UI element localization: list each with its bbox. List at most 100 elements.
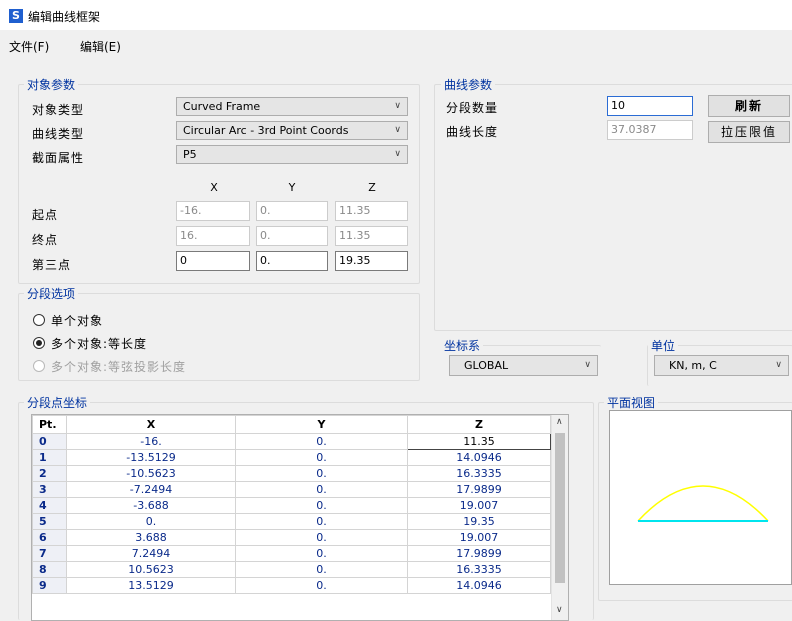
table-row[interactable]: 1 -13.5129 0. 14.0946 bbox=[32, 449, 551, 466]
chevron-down-icon: ∨ bbox=[775, 360, 782, 370]
plan-view-canvas[interactable] bbox=[609, 410, 792, 585]
menu-file[interactable]: 文件(F) bbox=[9, 38, 49, 55]
extrude-limits-button[interactable]: 拉压限值 bbox=[708, 121, 790, 143]
curve-length-label: 曲线长度 bbox=[446, 125, 499, 139]
third-z-field[interactable]: 19.35 bbox=[335, 251, 408, 271]
window-title: 编辑曲线框架 bbox=[28, 10, 101, 24]
cell-x[interactable]: -3.688 bbox=[66, 497, 236, 514]
curve-arc bbox=[637, 485, 769, 522]
seg-points-label: 分段点坐标 bbox=[24, 394, 91, 411]
multi-equal-length-radio[interactable] bbox=[33, 337, 45, 349]
multi-equal-length-label[interactable]: 多个对象:等长度 bbox=[51, 335, 147, 352]
col-header-z: Z bbox=[368, 181, 376, 194]
cell-y[interactable]: 0. bbox=[235, 577, 408, 594]
header-pt: Pt. bbox=[32, 415, 67, 434]
cell-x[interactable]: 10.5623 bbox=[66, 561, 236, 578]
table-scrollbar[interactable]: ∧ ∨ bbox=[551, 415, 568, 620]
table-row[interactable]: 2 -10.5623 0. 16.3335 bbox=[32, 465, 551, 482]
table-header-row: Pt. X Y Z bbox=[32, 415, 551, 434]
chevron-down-icon: ∨ bbox=[584, 360, 591, 370]
cell-y[interactable]: 0. bbox=[235, 513, 408, 530]
section-label: 截面属性 bbox=[32, 151, 85, 165]
end-y-field[interactable]: 0. bbox=[256, 226, 328, 246]
table-row[interactable]: 4 -3.688 0. 19.007 bbox=[32, 497, 551, 514]
start-x-field[interactable]: -16. bbox=[176, 201, 250, 221]
scroll-down-icon[interactable]: ∨ bbox=[556, 605, 563, 615]
cell-pt: 9 bbox=[32, 577, 67, 594]
units-label: 单位 bbox=[648, 337, 679, 354]
object-type-combo[interactable]: Curved Frame ∨ bbox=[176, 97, 408, 116]
cell-x[interactable]: -7.2494 bbox=[66, 481, 236, 498]
cell-z[interactable]: 19.007 bbox=[407, 529, 551, 546]
cell-z-selected[interactable]: 11.35 bbox=[407, 433, 551, 450]
cell-x[interactable]: 13.5129 bbox=[66, 577, 236, 594]
section-value: P5 bbox=[183, 148, 197, 161]
table-row[interactable]: 8 10.5623 0. 16.3335 bbox=[32, 561, 551, 578]
cell-z[interactable]: 16.3335 bbox=[407, 561, 551, 578]
cell-z[interactable]: 14.0946 bbox=[407, 449, 551, 466]
header-y: Y bbox=[235, 415, 408, 434]
segments-label: 分段数量 bbox=[446, 101, 499, 115]
cell-x[interactable]: 0. bbox=[66, 513, 236, 530]
col-header-y: Y bbox=[288, 181, 296, 194]
cell-y[interactable]: 0. bbox=[235, 545, 408, 562]
table-row[interactable]: 3 -7.2494 0. 17.9899 bbox=[32, 481, 551, 498]
third-x-field[interactable]: 0 bbox=[176, 251, 250, 271]
curve-params-label: 曲线参数 bbox=[441, 76, 496, 93]
header-z: Z bbox=[407, 415, 551, 434]
cell-pt: 1 bbox=[32, 449, 67, 466]
menu-bar: 文件(F) 编辑(E) bbox=[0, 38, 792, 58]
cell-z[interactable]: 17.9899 bbox=[407, 545, 551, 562]
cell-z[interactable]: 14.0946 bbox=[407, 577, 551, 594]
table-row[interactable]: 6 3.688 0. 19.007 bbox=[32, 529, 551, 546]
curve-type-label: 曲线类型 bbox=[32, 127, 85, 141]
table-row[interactable]: 9 13.5129 0. 14.0946 bbox=[32, 577, 551, 594]
scroll-up-icon[interactable]: ∧ bbox=[556, 417, 563, 427]
end-z-field[interactable]: 11.35 bbox=[335, 226, 408, 246]
cell-y[interactable]: 0. bbox=[235, 465, 408, 482]
cell-x[interactable]: 7.2494 bbox=[66, 545, 236, 562]
cell-z[interactable]: 19.007 bbox=[407, 497, 551, 514]
table-row[interactable]: 0 -16. 0. 11.35 bbox=[32, 433, 551, 450]
cell-z[interactable]: 17.9899 bbox=[407, 481, 551, 498]
segments-field[interactable]: 10 bbox=[607, 96, 693, 116]
scroll-thumb[interactable] bbox=[555, 433, 565, 583]
cell-x[interactable]: -16. bbox=[66, 433, 236, 450]
cell-z[interactable]: 19.35 bbox=[407, 513, 551, 530]
end-x-field[interactable]: 16. bbox=[176, 226, 250, 246]
cell-y[interactable]: 0. bbox=[235, 561, 408, 578]
section-combo[interactable]: P5 ∨ bbox=[176, 145, 408, 164]
header-x: X bbox=[66, 415, 236, 434]
table-row[interactable]: 7 7.2494 0. 17.9899 bbox=[32, 545, 551, 562]
cell-x[interactable]: 3.688 bbox=[66, 529, 236, 546]
cell-y[interactable]: 0. bbox=[235, 433, 408, 450]
object-params-label: 对象参数 bbox=[24, 76, 79, 93]
start-z-field[interactable]: 11.35 bbox=[335, 201, 408, 221]
single-object-radio[interactable] bbox=[33, 314, 45, 326]
start-point-label: 起点 bbox=[32, 208, 59, 222]
chevron-down-icon: ∨ bbox=[394, 149, 401, 159]
seg-points-table-wrap: Pt. X Y Z 0 -16. 0. 11.35 1 -13.5129 0. 14.094… bbox=[31, 414, 569, 621]
cell-y[interactable]: 0. bbox=[235, 529, 408, 546]
third-y-field[interactable]: 0. bbox=[256, 251, 328, 271]
chevron-down-icon: ∨ bbox=[394, 125, 401, 135]
cell-x[interactable]: -10.5623 bbox=[66, 465, 236, 482]
table-row[interactable]: 5 0. 0. 19.35 bbox=[32, 513, 551, 530]
multi-chord-label: 多个对象:等弦投影长度 bbox=[51, 360, 187, 374]
cell-x[interactable]: -13.5129 bbox=[66, 449, 236, 466]
multi-chord-radio bbox=[33, 360, 45, 372]
coord-sys-combo[interactable]: GLOBAL ∨ bbox=[449, 355, 598, 376]
cell-pt: 8 bbox=[32, 561, 67, 578]
single-object-label[interactable]: 单个对象 bbox=[51, 312, 103, 329]
curve-type-combo[interactable]: Circular Arc - 3rd Point Coords ∨ bbox=[176, 121, 408, 140]
cell-pt: 5 bbox=[32, 513, 67, 530]
units-combo[interactable]: KN, m, C ∨ bbox=[654, 355, 789, 376]
start-y-field[interactable]: 0. bbox=[256, 201, 328, 221]
menu-edit[interactable]: 编辑(E) bbox=[80, 38, 121, 55]
cell-z[interactable]: 16.3335 bbox=[407, 465, 551, 482]
cell-pt: 2 bbox=[32, 465, 67, 482]
cell-y[interactable]: 0. bbox=[235, 497, 408, 514]
cell-y[interactable]: 0. bbox=[235, 449, 408, 466]
refresh-button[interactable]: 刷新 bbox=[708, 95, 790, 117]
cell-y[interactable]: 0. bbox=[235, 481, 408, 498]
